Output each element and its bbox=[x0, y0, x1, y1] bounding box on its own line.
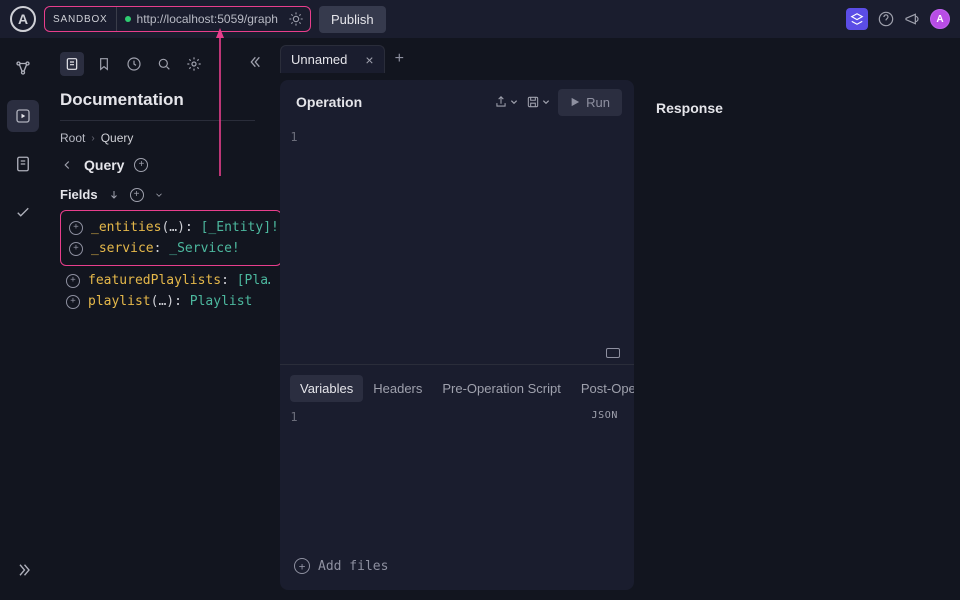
add-tab-icon[interactable]: + bbox=[395, 50, 404, 68]
field-entities[interactable]: + _entities(…): [_Entity]! bbox=[63, 217, 279, 238]
tab-variables[interactable]: Variables bbox=[290, 375, 363, 402]
breadcrumb: Root › Query bbox=[60, 131, 270, 145]
rail-explorer-icon[interactable] bbox=[7, 52, 39, 84]
add-files-label: Add files bbox=[318, 559, 388, 574]
keyboard-icon[interactable] bbox=[606, 348, 620, 358]
back-arrow-icon[interactable] bbox=[60, 158, 74, 172]
chevron-right-icon: › bbox=[91, 133, 94, 144]
add-query-icon[interactable]: + bbox=[134, 158, 148, 172]
highlighted-fields-box: + _entities(…): [_Entity]! + _service: _… bbox=[60, 210, 282, 266]
connection-status-dot bbox=[125, 16, 131, 22]
chevron-down-icon[interactable] bbox=[154, 190, 164, 200]
breadcrumb-current: Query bbox=[101, 131, 134, 145]
add-field-icon[interactable]: + bbox=[69, 242, 83, 256]
history-icon[interactable] bbox=[124, 54, 144, 74]
help-icon[interactable] bbox=[878, 11, 894, 27]
documentation-panel: Documentation Root › Query Query + Field… bbox=[46, 38, 280, 600]
line-number: 1 bbox=[280, 410, 308, 424]
bookmark-icon[interactable] bbox=[94, 54, 114, 74]
operation-header: Operation Run bbox=[280, 80, 634, 124]
share-button[interactable] bbox=[494, 95, 518, 109]
top-bar: A SANDBOX http://localhost:5059/graph Pu… bbox=[0, 0, 960, 38]
field-list: + _entities(…): [_Entity]! + _service: _… bbox=[60, 210, 270, 312]
url-inner: http://localhost:5059/graph bbox=[117, 11, 310, 27]
rail-schema-icon[interactable] bbox=[7, 148, 39, 180]
add-all-fields-icon[interactable]: + bbox=[130, 188, 144, 202]
user-avatar[interactable]: A bbox=[930, 9, 950, 29]
run-label: Run bbox=[586, 95, 610, 110]
tab-headers[interactable]: Headers bbox=[363, 375, 432, 402]
field-type: Playlist bbox=[190, 294, 253, 309]
divider bbox=[60, 120, 255, 121]
save-button[interactable] bbox=[526, 95, 550, 109]
add-field-icon[interactable]: + bbox=[66, 295, 80, 309]
tab-unnamed[interactable]: Unnamed × bbox=[280, 45, 385, 73]
left-rail bbox=[0, 38, 46, 600]
sort-down-icon[interactable] bbox=[108, 189, 120, 201]
query-header-row: Query + bbox=[60, 157, 270, 173]
field-type: _Service! bbox=[169, 241, 239, 256]
apollo-logo: A bbox=[10, 6, 36, 32]
field-type: [Pla… bbox=[237, 273, 270, 288]
fields-label: Fields bbox=[60, 187, 98, 202]
tab-postop[interactable]: Post-Operation bbox=[571, 375, 634, 402]
search-icon[interactable] bbox=[154, 54, 174, 74]
url-capsule[interactable]: SANDBOX http://localhost:5059/graph bbox=[44, 6, 311, 32]
field-service[interactable]: + _service: _Service! bbox=[63, 238, 279, 259]
field-featured-playlists[interactable]: + featuredPlaylists: [Pla… bbox=[60, 270, 270, 291]
endpoint-url[interactable]: http://localhost:5059/graph bbox=[137, 12, 278, 26]
query-label: Query bbox=[84, 157, 124, 173]
fields-header-row: Fields + bbox=[60, 187, 270, 202]
json-badge: JSON bbox=[592, 410, 618, 421]
field-type: [_Entity]! bbox=[201, 220, 279, 235]
breadcrumb-root[interactable]: Root bbox=[60, 131, 85, 145]
announce-icon[interactable] bbox=[904, 11, 920, 27]
gear-icon[interactable] bbox=[288, 11, 304, 27]
plus-icon: + bbox=[294, 558, 310, 574]
sandbox-badge: SANDBOX bbox=[45, 7, 117, 31]
close-tab-icon[interactable]: × bbox=[365, 53, 373, 67]
top-right-actions: A bbox=[846, 8, 950, 30]
response-title: Response bbox=[656, 100, 723, 116]
operation-title: Operation bbox=[296, 94, 362, 110]
field-name: featuredPlaylists bbox=[88, 273, 221, 288]
doc-tab-docs-icon[interactable] bbox=[60, 52, 84, 76]
tab-strip: Unnamed × + bbox=[280, 44, 404, 74]
add-field-icon[interactable]: + bbox=[66, 274, 80, 288]
tab-label: Unnamed bbox=[291, 52, 347, 67]
collapse-sidebar-icon[interactable] bbox=[246, 54, 262, 70]
field-name: _entities bbox=[91, 220, 161, 235]
field-name: playlist bbox=[88, 294, 151, 309]
variables-editor[interactable]: 1 JSON + Add files bbox=[280, 402, 634, 590]
tab-preop[interactable]: Pre-Operation Script bbox=[432, 375, 571, 402]
rail-play-icon[interactable] bbox=[7, 100, 39, 132]
field-playlist[interactable]: + playlist(…): Playlist bbox=[60, 291, 270, 312]
add-field-icon[interactable]: + bbox=[69, 221, 83, 235]
settings-icon[interactable] bbox=[184, 54, 204, 74]
operation-panel: Operation Run 1 Variables Headers Pre-Op… bbox=[280, 80, 634, 590]
bottom-tab-strip: Variables Headers Pre-Operation Script P… bbox=[280, 364, 634, 402]
sandbox-icon-button[interactable] bbox=[846, 8, 868, 30]
line-number: 1 bbox=[280, 130, 308, 144]
field-name: _service bbox=[91, 241, 154, 256]
rail-checks-icon[interactable] bbox=[7, 196, 39, 228]
add-files-button[interactable]: + Add files bbox=[294, 558, 388, 574]
run-button[interactable]: Run bbox=[558, 89, 622, 116]
operation-editor[interactable]: 1 bbox=[280, 124, 634, 364]
doc-title: Documentation bbox=[60, 90, 270, 110]
doc-toolbar bbox=[60, 52, 270, 76]
rail-expand-icon[interactable] bbox=[7, 554, 39, 586]
publish-button[interactable]: Publish bbox=[319, 6, 386, 33]
